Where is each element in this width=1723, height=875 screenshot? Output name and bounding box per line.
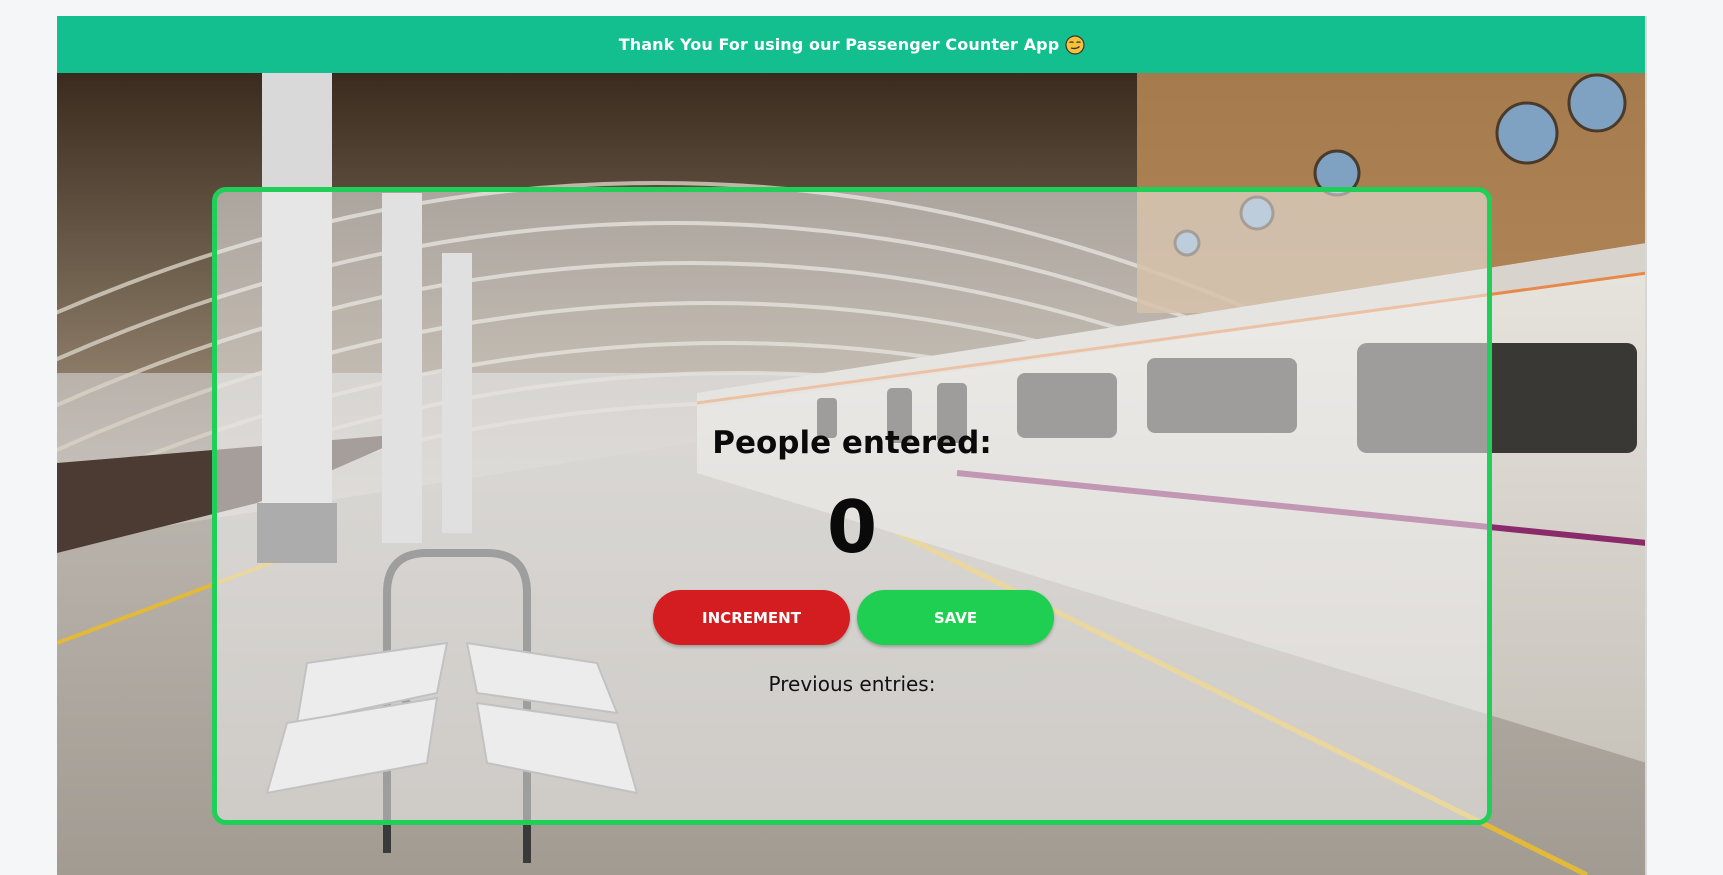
smirk-face-emoji-icon — [1065, 34, 1085, 55]
counter-card: People entered: 0 INCREMENT SAVE Previou… — [212, 187, 1492, 825]
people-entered-heading: People entered: — [712, 425, 992, 461]
count-display: 0 — [826, 485, 878, 569]
thank-you-banner: Thank You For using our Passenger Counte… — [57, 16, 1647, 73]
previous-entries-label: Previous entries: — [768, 672, 936, 696]
save-button[interactable]: SAVE — [857, 590, 1054, 645]
increment-button[interactable]: INCREMENT — [653, 590, 850, 645]
banner-text: Thank You For using our Passenger Counte… — [618, 35, 1060, 54]
window-edge — [1645, 16, 1647, 875]
